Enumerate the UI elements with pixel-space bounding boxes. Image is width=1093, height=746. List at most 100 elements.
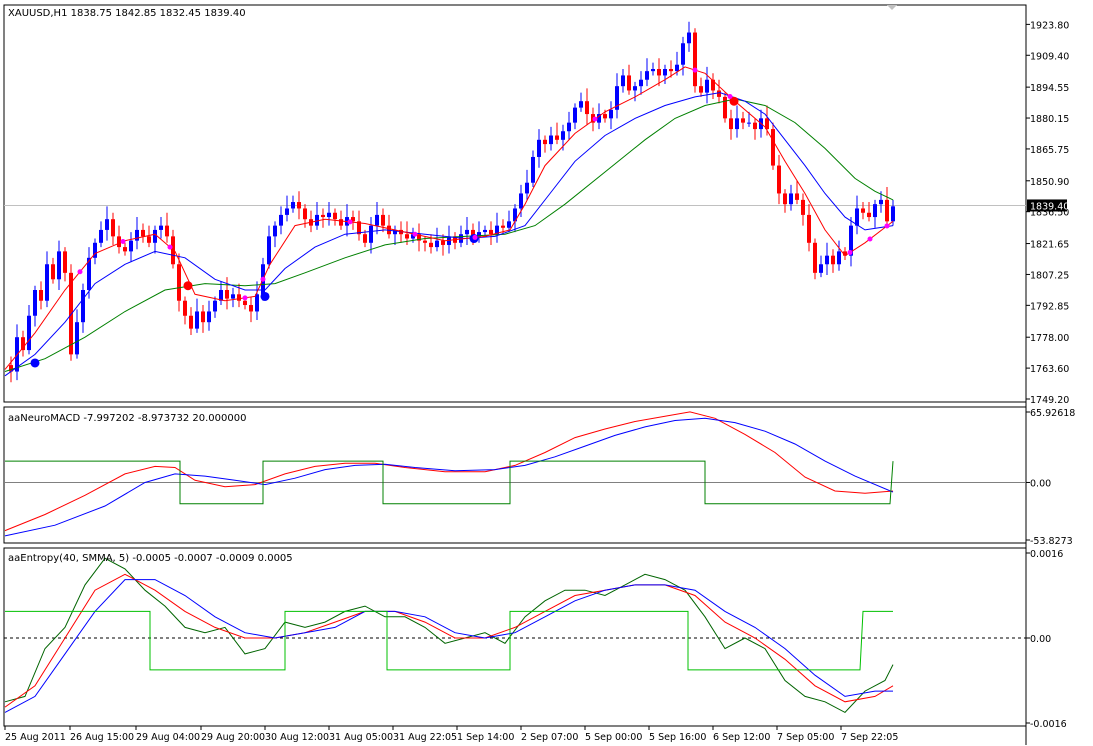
candle-body [489, 229, 493, 235]
candle-body [147, 236, 151, 243]
y-tick-label: 1894.55 [1030, 83, 1069, 94]
ma-marker [412, 231, 418, 237]
entropy-y-tick-label: 0.0016 [1030, 549, 1063, 560]
candle-body [795, 193, 799, 200]
ma-marker [867, 236, 873, 242]
ma-marker [727, 94, 733, 100]
candle-body [99, 229, 103, 243]
candle-body [429, 242, 433, 248]
candle-body [321, 214, 325, 218]
pane-frame-0 [3, 4, 1027, 403]
y-tick-label: 1865.75 [1030, 145, 1069, 156]
candle-body [123, 247, 127, 252]
candle-body [729, 118, 733, 130]
candle-body [531, 156, 535, 183]
macd-y-tick-label: -53.8273 [1030, 536, 1073, 547]
x-tick-label: 7 Sep 22:05 [841, 732, 898, 743]
current-price-label: 1839.40 [1030, 201, 1069, 212]
candle-body [117, 236, 121, 248]
candle-body [285, 208, 289, 215]
ma-marker [260, 276, 266, 282]
candle-body [33, 290, 37, 316]
candle-body [885, 199, 889, 222]
candle-body [105, 219, 109, 230]
candle-body [567, 122, 571, 132]
candle-body [207, 311, 211, 323]
candle-body [483, 229, 487, 233]
x-tick-label: 5 Sep 16:00 [649, 732, 706, 743]
candle-body [279, 214, 283, 226]
candle-body [693, 32, 697, 87]
ma-marker [884, 223, 890, 229]
candle-body [813, 242, 817, 273]
candle-body [609, 109, 613, 119]
candle-body [111, 219, 115, 237]
candle-body [45, 264, 49, 301]
candle-body [441, 240, 445, 245]
candle-body [369, 225, 373, 243]
candle-body [381, 214, 385, 226]
ma-marker [347, 219, 353, 225]
candle-body [225, 290, 229, 299]
candle-body [189, 315, 193, 329]
candle-body [375, 214, 379, 226]
ma-marker [120, 239, 126, 245]
y-tick-label: 1763.60 [1030, 364, 1069, 375]
candle-body [867, 212, 871, 218]
candle-body [585, 101, 589, 115]
candle-body [687, 32, 691, 44]
candle-body [291, 202, 295, 209]
candle-body [249, 305, 253, 312]
x-tick-label: 31 Aug 22:05 [393, 732, 457, 743]
candle-body [243, 300, 247, 306]
candle-body [543, 139, 547, 145]
x-tick-label: 31 Aug 05:00 [329, 732, 393, 743]
candle-body [657, 69, 661, 76]
candle-body [873, 204, 877, 218]
candle-body [771, 129, 775, 166]
y-tick-label: 1749.20 [1030, 395, 1069, 406]
candle-body [753, 122, 757, 130]
candle-body [801, 199, 805, 215]
ma-marker [242, 295, 248, 301]
candle-body [639, 79, 643, 87]
macd-y-tick-label: 65.92618 [1030, 408, 1075, 419]
x-tick-label: 6 Sep 12:00 [713, 732, 770, 743]
candle-body [699, 86, 703, 93]
candle-body [327, 212, 331, 218]
candle-body [837, 251, 841, 265]
candle-body [63, 251, 67, 273]
y-tick-label: 1821.65 [1030, 240, 1069, 251]
candle-body [57, 251, 61, 280]
candle-body [825, 255, 829, 265]
y-tick-label: 1807.25 [1030, 270, 1069, 281]
candle-body [405, 234, 409, 239]
main-chart-title: XAUUSD,H1 1838.75 1842.85 1832.45 1839.4… [8, 8, 246, 19]
pane-frame-2 [3, 547, 1027, 727]
candle-body [831, 255, 835, 265]
trading-chart[interactable]: 1923.80 1909.40 1894.55 1880.15 1865.75 1850.… [0, 0, 1093, 746]
x-tick-label: 25 Aug 2011 [5, 732, 66, 743]
candle-body [819, 264, 823, 273]
signal-dot-red [183, 281, 193, 291]
x-tick-label: 5 Sep 00:00 [585, 732, 642, 743]
candle-body [783, 193, 787, 205]
x-tick-label: 29 Aug 20:00 [201, 732, 265, 743]
macd-title: aaNeuroMACD -7.997202 -8.973732 20.00000… [8, 413, 246, 424]
candle-body [627, 75, 631, 91]
y-tick-label: 1778.00 [1030, 333, 1069, 344]
candle-body [435, 240, 439, 248]
pane-frame-1 [3, 406, 1027, 544]
candle-body [645, 71, 649, 80]
candle-body [633, 86, 637, 91]
candle-body [213, 300, 217, 312]
candle-body [231, 294, 235, 299]
x-tick-label: 2 Sep 07:00 [521, 732, 578, 743]
candle-body [129, 240, 133, 252]
candle-body [651, 69, 655, 72]
candle-body [807, 214, 811, 243]
candle-body [141, 229, 145, 237]
candle-body [717, 90, 721, 97]
y-tick-label: 1880.15 [1030, 114, 1069, 125]
macd-y-tick-label: 0.00 [1030, 478, 1051, 489]
